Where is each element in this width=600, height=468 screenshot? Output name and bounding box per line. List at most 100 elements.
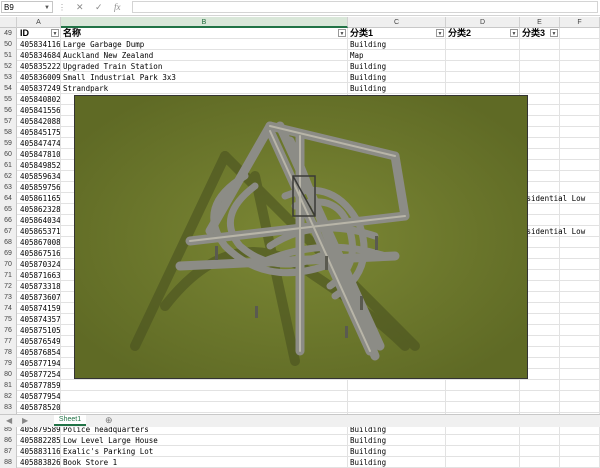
cell-category-1[interactable]: Map (348, 50, 446, 61)
row-number[interactable]: 65 (0, 204, 17, 215)
cell-id[interactable]: 405877859 (18, 380, 61, 391)
row-number[interactable]: 60 (0, 149, 17, 160)
filter-dropdown-icon[interactable]: ▼ (510, 29, 518, 37)
cell-id[interactable]: 405862328 (18, 204, 61, 215)
cell-id[interactable]: 405870324 (18, 259, 61, 270)
cell-category-3[interactable] (520, 435, 560, 446)
add-sheet-icon[interactable]: ⊕ (105, 415, 113, 426)
row-number[interactable]: 75 (0, 314, 17, 325)
cell-id[interactable]: 405841556 (18, 105, 61, 116)
cell[interactable] (560, 380, 600, 391)
cell[interactable] (560, 215, 600, 226)
row-number[interactable]: 68 (0, 237, 17, 248)
row-number[interactable]: 52 (0, 61, 17, 72)
cell[interactable] (560, 369, 600, 380)
row-number[interactable]: 76 (0, 325, 17, 336)
column-header-f[interactable]: F (560, 17, 600, 28)
cell-id[interactable]: 405859634 (18, 171, 61, 182)
cell-id[interactable]: 405836009 (18, 72, 61, 83)
cell-category-3[interactable] (520, 457, 560, 468)
cell-name[interactable]: Exalic's Parking Lot (61, 446, 348, 457)
filter-dropdown-icon[interactable]: ▼ (51, 29, 59, 37)
cell-id[interactable]: 405874357 (18, 314, 61, 325)
cell[interactable] (560, 237, 600, 248)
cell-category-1[interactable] (348, 380, 446, 391)
header-cell-cat1[interactable]: 分类1 ▼ (348, 28, 446, 39)
cell[interactable] (560, 292, 600, 303)
cell[interactable] (560, 160, 600, 171)
row-number[interactable]: 58 (0, 127, 17, 138)
cell[interactable] (560, 105, 600, 116)
cell[interactable] (560, 347, 600, 358)
column-header-a[interactable]: A (17, 17, 61, 28)
cell-id[interactable]: 405840802 (18, 94, 61, 105)
cell[interactable] (560, 457, 600, 468)
cell-category-2[interactable] (446, 50, 520, 61)
cell[interactable] (560, 281, 600, 292)
cell-id[interactable]: 405849852 (18, 160, 61, 171)
cell-id[interactable]: 405877254 (18, 369, 61, 380)
cell-category-3[interactable] (520, 61, 560, 72)
row-number[interactable]: 72 (0, 281, 17, 292)
name-box[interactable]: B9 ▼ (1, 1, 53, 13)
cell-name[interactable]: Upgraded Train Station (61, 61, 348, 72)
row-number[interactable]: 64 (0, 193, 17, 204)
cell[interactable] (560, 325, 600, 336)
cell-category-2[interactable] (446, 457, 520, 468)
cell-category-3[interactable] (520, 83, 560, 94)
cell-name[interactable] (61, 391, 348, 402)
row-number[interactable]: 50 (0, 39, 17, 50)
filter-dropdown-icon[interactable]: ▼ (550, 29, 558, 37)
row-number[interactable]: 69 (0, 248, 17, 259)
cell-id[interactable]: 405876854 (18, 347, 61, 358)
cell[interactable] (560, 149, 600, 160)
function-icon[interactable]: fx (114, 1, 121, 13)
cell-category-3[interactable] (520, 380, 560, 391)
cancel-icon[interactable]: ✕ (76, 1, 84, 13)
row-number[interactable]: 88 (0, 457, 17, 468)
cell-category-3[interactable] (520, 72, 560, 83)
cell[interactable] (560, 402, 600, 413)
cell[interactable] (560, 171, 600, 182)
cell[interactable] (560, 72, 600, 83)
cell-id[interactable]: 405873318 (18, 281, 61, 292)
cell[interactable] (560, 446, 600, 457)
cell[interactable] (560, 303, 600, 314)
header-cell-id[interactable]: ID ▼ (18, 28, 61, 39)
cell-id[interactable]: 405873607 (18, 292, 61, 303)
row-number[interactable]: 59 (0, 138, 17, 149)
row-number[interactable]: 73 (0, 292, 17, 303)
cell-id[interactable]: 405835222 (18, 61, 61, 72)
cell[interactable] (560, 61, 600, 72)
cell-category-2[interactable] (446, 72, 520, 83)
cell-category-2[interactable] (446, 83, 520, 94)
cell-id[interactable]: 405883116 (18, 446, 61, 457)
cell[interactable] (560, 182, 600, 193)
cell-category-1[interactable] (348, 391, 446, 402)
cell[interactable] (560, 435, 600, 446)
cell-id[interactable]: 405877194 (18, 358, 61, 369)
cell-category-1[interactable]: Building (348, 61, 446, 72)
cell[interactable] (560, 259, 600, 270)
cell-id[interactable]: 405877954 (18, 391, 61, 402)
row-number[interactable]: 83 (0, 402, 17, 413)
row-number[interactable]: 53 (0, 72, 17, 83)
cell-name[interactable]: Auckland New Zealand (61, 50, 348, 61)
cell-category-1[interactable] (348, 402, 446, 413)
row-number[interactable]: 54 (0, 83, 17, 94)
cell-id[interactable]: 405882285 (18, 435, 61, 446)
cell-id[interactable]: 405878520 (18, 402, 61, 413)
cell-name[interactable]: Large Garbage Dump (61, 39, 348, 50)
cell[interactable] (560, 28, 600, 39)
cell-category-1[interactable]: Building (348, 39, 446, 50)
cell[interactable] (560, 39, 600, 50)
row-number[interactable]: 86 (0, 435, 17, 446)
cell[interactable] (560, 336, 600, 347)
cell-category-3[interactable] (520, 402, 560, 413)
enter-icon[interactable]: ✓ (95, 1, 103, 13)
row-number[interactable]: 67 (0, 226, 17, 237)
cell-name[interactable]: Book Store 1 (61, 457, 348, 468)
row-number[interactable]: 70 (0, 259, 17, 270)
cell-id[interactable]: 405861165 (18, 193, 61, 204)
cell-category-3[interactable] (520, 50, 560, 61)
